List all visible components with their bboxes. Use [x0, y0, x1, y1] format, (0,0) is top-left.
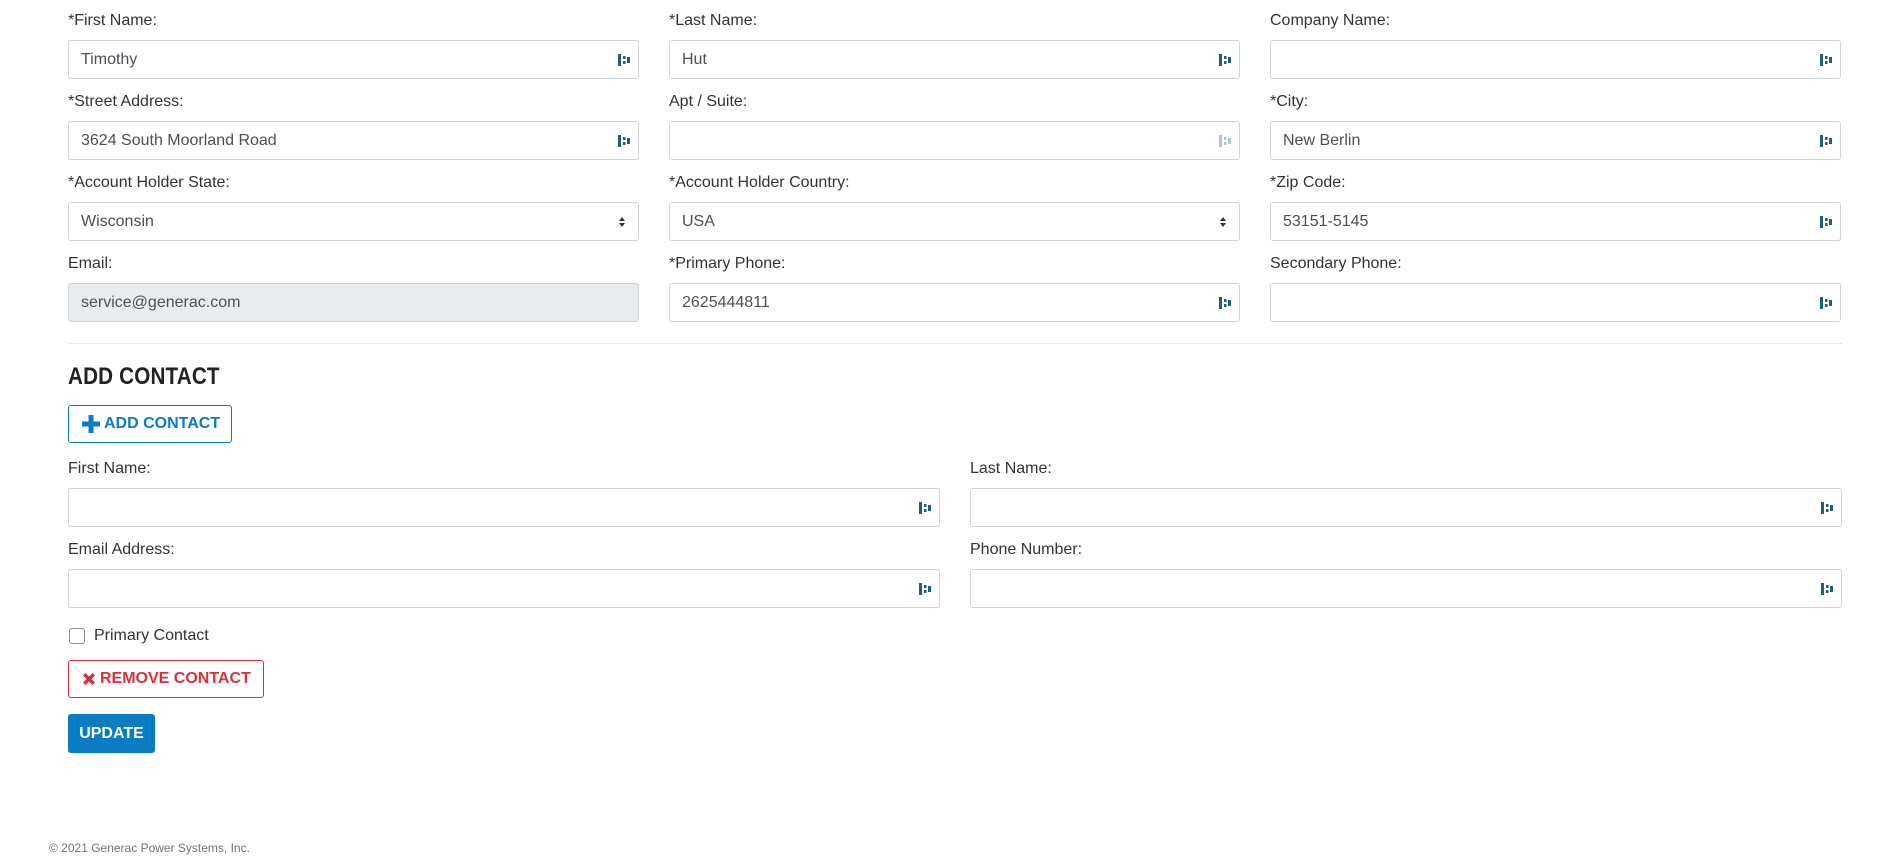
- account-form: *First Name: Timothy *Last Name: Hut Com…: [68, 0, 1842, 753]
- country-select[interactable]: USA: [669, 202, 1240, 241]
- primary-contact-label: Primary Contact: [94, 627, 209, 644]
- last-name-label: *Last Name:: [669, 12, 758, 29]
- contact-last-name-field: Last Name:: [970, 459, 1842, 527]
- email-value: service@generac.com: [81, 294, 241, 311]
- city-input[interactable]: New Berlin: [1270, 121, 1841, 160]
- select-arrows-icon: [1219, 214, 1227, 230]
- company-name-input[interactable]: [1270, 40, 1841, 79]
- form-row-address: *Street Address: 3624 South Moorland Roa…: [68, 92, 1842, 160]
- street-address-field: *Street Address: 3624 South Moorland Roa…: [68, 92, 639, 160]
- form-row-name: *First Name: Timothy *Last Name: Hut Com…: [68, 0, 1842, 79]
- primary-phone-field: *Primary Phone: 2625444811: [669, 254, 1240, 322]
- country-selected-value: USA: [682, 213, 715, 230]
- secondary-phone-field: Secondary Phone:: [1270, 254, 1841, 322]
- password-manager-icon[interactable]: [919, 501, 931, 515]
- close-icon: [81, 671, 97, 687]
- contact-email-field: Email Address:: [68, 540, 940, 608]
- remove-contact-button-label: REMOVE CONTACT: [100, 670, 251, 687]
- remove-contact-button[interactable]: REMOVE CONTACT: [68, 660, 264, 698]
- city-field: *City: New Berlin: [1270, 92, 1841, 160]
- contact-phone-field: Phone Number:: [970, 540, 1842, 608]
- company-name-field: Company Name:: [1270, 11, 1841, 79]
- password-manager-icon[interactable]: [1820, 53, 1832, 67]
- contact-last-name-input[interactable]: [970, 488, 1842, 527]
- plus-icon: [81, 414, 101, 434]
- email-label: Email:: [68, 255, 113, 272]
- zip-input[interactable]: 53151-5145: [1270, 202, 1841, 241]
- first-name-label: *First Name:: [68, 12, 157, 29]
- primary-contact-checkbox[interactable]: [69, 628, 85, 644]
- primary-phone-label: *Primary Phone:: [669, 255, 786, 272]
- contact-phone-label: Phone Number:: [970, 541, 1083, 558]
- apt-suite-field: Apt / Suite:: [669, 92, 1240, 160]
- contact-first-name-field: First Name:: [68, 459, 940, 527]
- password-manager-icon[interactable]: [1219, 296, 1231, 310]
- street-address-label: *Street Address:: [68, 93, 184, 110]
- street-address-input[interactable]: 3624 South Moorland Road: [68, 121, 639, 160]
- zip-label: *Zip Code:: [1270, 174, 1346, 191]
- email-input: service@generac.com: [68, 283, 639, 322]
- contact-email-label: Email Address:: [68, 541, 175, 558]
- password-manager-icon[interactable]: [919, 582, 931, 596]
- first-name-value: Timothy: [81, 51, 138, 68]
- first-name-field: *First Name: Timothy: [68, 11, 639, 79]
- primary-phone-input[interactable]: 2625444811: [669, 283, 1240, 322]
- add-contact-button-label: ADD CONTACT: [104, 415, 221, 432]
- state-label: *Account Holder State:: [68, 174, 230, 191]
- password-manager-icon[interactable]: [618, 53, 630, 67]
- add-contact-button[interactable]: ADD CONTACT: [68, 405, 233, 443]
- update-button[interactable]: UPDATE: [68, 714, 155, 753]
- password-manager-icon[interactable]: [1820, 296, 1832, 310]
- contact-phone-input[interactable]: [970, 569, 1842, 608]
- password-manager-icon[interactable]: [1821, 501, 1833, 515]
- country-field: *Account Holder Country: USA: [669, 173, 1240, 241]
- zip-field: *Zip Code: 53151-5145: [1270, 173, 1841, 241]
- password-manager-icon[interactable]: [1820, 215, 1832, 229]
- select-arrows-icon: [618, 214, 626, 230]
- contact-last-name-label: Last Name:: [970, 460, 1052, 477]
- last-name-input[interactable]: Hut: [669, 40, 1240, 79]
- city-value: New Berlin: [1283, 132, 1361, 149]
- contact-first-name-label: First Name:: [68, 460, 151, 477]
- state-select[interactable]: Wisconsin: [68, 202, 639, 241]
- password-manager-icon[interactable]: [1219, 53, 1231, 67]
- form-row-contact-info: Email: service@generac.com *Primary Phon…: [68, 254, 1842, 322]
- password-manager-icon[interactable]: [1821, 582, 1833, 596]
- contact-first-name-input[interactable]: [68, 488, 940, 527]
- country-label: *Account Holder Country:: [669, 174, 850, 191]
- add-contact-heading: ADD CONTACT: [68, 363, 220, 390]
- secondary-phone-input[interactable]: [1270, 283, 1841, 322]
- state-field: *Account Holder State: Wisconsin: [68, 173, 639, 241]
- street-address-value: 3624 South Moorland Road: [81, 132, 277, 149]
- contact-row-name: First Name: Last Name:: [68, 459, 1842, 527]
- last-name-value: Hut: [682, 51, 707, 68]
- password-manager-icon[interactable]: [1219, 134, 1231, 148]
- first-name-input[interactable]: Timothy: [68, 40, 639, 79]
- state-selected-value: Wisconsin: [81, 213, 154, 230]
- form-row-region: *Account Holder State: Wisconsin *Accoun…: [68, 173, 1842, 241]
- section-divider: [68, 343, 1842, 344]
- primary-contact-row: Primary Contact: [68, 625, 1842, 647]
- email-field: Email: service@generac.com: [68, 254, 639, 322]
- zip-value: 53151-5145: [1283, 213, 1369, 230]
- company-name-label: Company Name:: [1270, 12, 1391, 29]
- contact-row-details: Email Address: Phone Number:: [68, 540, 1842, 608]
- apt-suite-label: Apt / Suite:: [669, 93, 748, 110]
- city-label: *City:: [1270, 93, 1309, 110]
- secondary-phone-label: Secondary Phone:: [1270, 255, 1402, 272]
- password-manager-icon[interactable]: [1820, 134, 1832, 148]
- contact-email-input[interactable]: [68, 569, 940, 608]
- apt-suite-input[interactable]: [669, 121, 1240, 160]
- password-manager-icon[interactable]: [618, 134, 630, 148]
- footer-copyright: © 2021 Generac Power Systems, Inc.: [49, 841, 250, 855]
- primary-phone-value: 2625444811: [682, 294, 770, 311]
- last-name-field: *Last Name: Hut: [669, 11, 1240, 79]
